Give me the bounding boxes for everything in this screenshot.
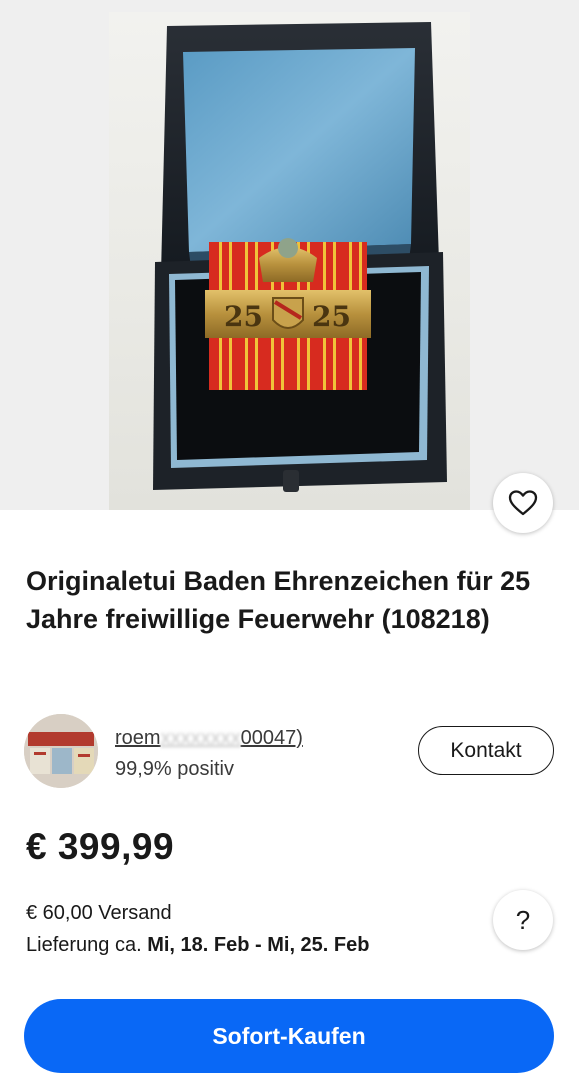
buy-now-button[interactable]: Sofort-Kaufen — [24, 999, 554, 1073]
listing-photo[interactable]: 25 25 — [109, 12, 470, 510]
seller-feedback-count: 00047) — [240, 727, 303, 749]
seller-rating: 99,9% positiv — [115, 758, 234, 780]
listing-title: Originaletui Baden Ehrenzeichen für 25 J… — [26, 566, 531, 634]
seller-logo-image — [24, 714, 98, 788]
image-gallery[interactable]: 25 25 — [0, 0, 579, 533]
question-icon: ? — [515, 904, 531, 935]
seller-name-link[interactable]: roemxxxxxxxx00047) — [115, 727, 303, 750]
medal-number-right: 25 — [312, 300, 351, 333]
heart-icon — [508, 490, 538, 516]
shipping-cost: € 60,00 Versand — [26, 902, 172, 924]
contact-button[interactable]: Kontakt — [418, 726, 554, 775]
help-button[interactable]: ? — [493, 890, 553, 950]
delivery-prefix: Lieferung ca. — [26, 934, 142, 956]
delivery-date-range: Mi, 18. Feb - Mi, 25. Feb — [147, 934, 370, 956]
seller-name-obscured: xxxxxxxx — [160, 727, 241, 749]
price: € 399,99 — [26, 826, 175, 867]
delivery-estimate: Lieferung ca. Mi, 18. Feb - Mi, 25. Feb — [26, 934, 369, 957]
favorite-button[interactable] — [493, 473, 553, 533]
seller-avatar[interactable] — [24, 714, 98, 788]
seller-name-visible: roem — [115, 727, 161, 749]
listing-page: 25 25 Originaletui Baden Ehrenzeichen fü… — [0, 0, 579, 1080]
medal-number-left: 25 — [224, 300, 263, 333]
medal-box-illustration: 25 25 — [153, 22, 447, 492]
